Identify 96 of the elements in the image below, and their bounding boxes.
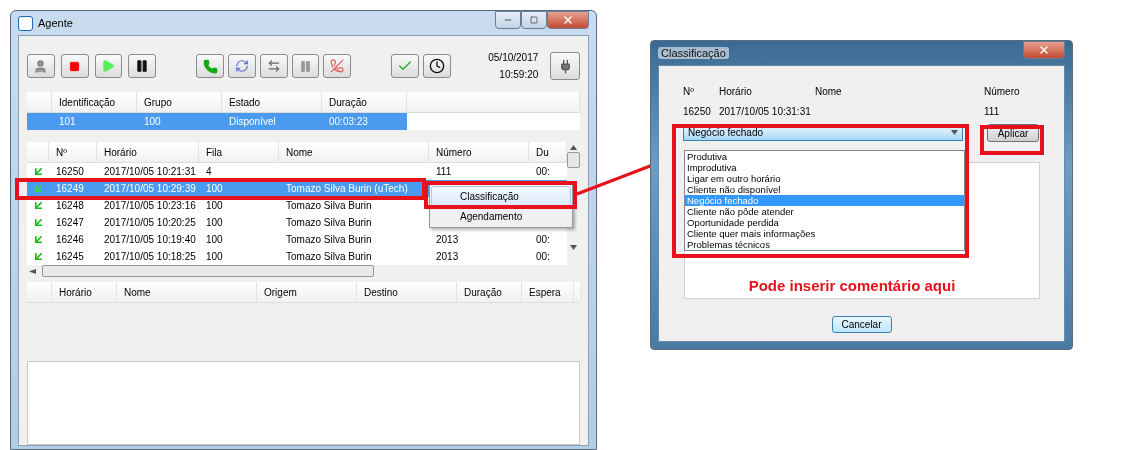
- swap-arrows-icon: [266, 59, 281, 73]
- table-cell: 2017/10/05 10:29:39: [104, 183, 196, 194]
- field-label: Número: [984, 86, 1021, 97]
- table-cell: 100: [206, 251, 223, 262]
- column-header: Fila: [199, 142, 279, 162]
- minimize-button[interactable]: [495, 11, 521, 29]
- hang-up-button[interactable]: [323, 54, 352, 78]
- table-cell: 2017/10/05 10:18:25: [104, 251, 196, 262]
- table-cell: 4: [206, 166, 212, 177]
- column-header: Duração: [457, 282, 522, 302]
- column-header: Origem: [257, 282, 357, 302]
- table-cell: Tomazo Silva Burin: [286, 251, 372, 262]
- table-cell: 16249: [56, 183, 84, 194]
- column-header: Espera: [522, 282, 574, 302]
- time-text: 10:59:20: [499, 69, 539, 80]
- table-cell: 100: [206, 183, 223, 194]
- table-cell: 111: [436, 166, 452, 177]
- table-cell: Tomazo Silva Burin (uTech): [286, 183, 408, 194]
- dropdown-caret-icon: [951, 130, 958, 135]
- plug-button[interactable]: [550, 52, 581, 80]
- dialog-title: Classificação: [658, 47, 729, 59]
- highlight-frame: [980, 125, 1044, 155]
- cancel-button[interactable]: Cancelar: [831, 316, 892, 333]
- pause-button[interactable]: [128, 54, 157, 78]
- column-header: Nome: [117, 282, 257, 302]
- pause-icon: [135, 59, 150, 73]
- table-cell: Tomazo Silva Burin: [286, 234, 372, 245]
- field-value: 16250: [683, 106, 711, 117]
- table-cell: 16247: [56, 217, 84, 228]
- table-cell: 00:: [536, 166, 550, 177]
- table-cell: 00:: [536, 234, 550, 245]
- clock-icon: [428, 58, 445, 74]
- column-header: Horário: [52, 282, 117, 302]
- table-cell: 100: [206, 217, 223, 228]
- play-icon: [101, 59, 116, 73]
- table-cell: 2017/10/05 10:21:31: [104, 166, 196, 177]
- table-cell: 00:: [536, 251, 550, 262]
- table-cell: 100: [206, 200, 223, 211]
- stop-icon: [69, 60, 81, 72]
- field-label: Horário: [719, 86, 753, 97]
- field-value: 2017/10/05 10:31:31: [719, 106, 811, 117]
- close-icon: [562, 14, 574, 26]
- table-cell: Tomazo Silva Burin: [286, 200, 372, 211]
- pause-icon: [298, 59, 312, 73]
- column-header: Identificação: [52, 92, 137, 112]
- swap-button[interactable]: [259, 54, 288, 78]
- table-cell: 2017/10/05 10:23:16: [104, 200, 196, 211]
- close-button[interactable]: [1023, 41, 1065, 59]
- refresh-icon: [234, 59, 249, 73]
- table-cell: 2013: [436, 251, 459, 262]
- close-button[interactable]: [547, 11, 589, 29]
- call-row[interactable]: 16245 2017/10/05 10:18:25 100 Tomazo Silva Burin 2013 00:: [27, 248, 567, 265]
- stop-button[interactable]: [60, 54, 89, 78]
- field-label: Nº: [683, 86, 695, 97]
- column-header: Nº: [49, 142, 97, 162]
- user-icon: [33, 58, 49, 74]
- table-cell: Tomazo Silva Burin: [286, 217, 372, 228]
- date-text: 05/10/2017: [488, 52, 539, 63]
- table-cell: 100: [206, 234, 223, 245]
- phone-icon: [202, 58, 218, 74]
- column-header: Duração: [322, 92, 407, 112]
- maximize-icon: [530, 16, 538, 24]
- check-button[interactable]: [391, 54, 419, 78]
- table-cell: 16248: [56, 200, 84, 211]
- field-label: Nome: [815, 86, 843, 97]
- column-header: Número: [429, 142, 529, 162]
- column-header: Grupo: [137, 92, 222, 112]
- close-icon: [1038, 44, 1050, 56]
- scroll-thumb[interactable]: [567, 152, 580, 168]
- table-cell: 2013: [436, 234, 459, 245]
- refresh-button[interactable]: [228, 54, 256, 78]
- play-button[interactable]: [94, 54, 123, 78]
- annotation-text: Pode inserir comentário aqui: [748, 277, 956, 294]
- table-cell: 16250: [56, 166, 84, 177]
- menu-item[interactable]: Classificação: [431, 186, 571, 206]
- menu-item[interactable]: Agendamento: [431, 206, 571, 226]
- app-logo-icon: [18, 15, 33, 31]
- column-header: Estado: [222, 92, 322, 112]
- table-cell: 16245: [56, 251, 84, 262]
- table-cell: 2017/10/05 10:20:25: [104, 217, 196, 228]
- phone-button[interactable]: [196, 54, 224, 78]
- column-header: Destino: [357, 282, 457, 302]
- scroll-down-icon: [570, 245, 577, 250]
- user-button[interactable]: [27, 54, 55, 78]
- column-header: Horário: [97, 142, 199, 162]
- call-row[interactable]: 16250 2017/10/05 10:21:31 4 111 00:: [27, 163, 567, 180]
- window-title: Agente: [38, 17, 73, 29]
- hang-up-icon: [330, 59, 345, 73]
- table-cell: 2017/10/05 10:19:40: [104, 234, 196, 245]
- maximize-button[interactable]: [521, 11, 547, 29]
- column-header: Nome: [279, 142, 429, 162]
- table-cell: 16246: [56, 234, 84, 245]
- field-value: 111: [984, 106, 1000, 117]
- call-row[interactable]: 16246 2017/10/05 10:19:40 100 Tomazo Silva Burin 2013 00:: [27, 231, 567, 248]
- scroll-up-icon: [570, 145, 577, 150]
- clock-button[interactable]: [422, 54, 451, 78]
